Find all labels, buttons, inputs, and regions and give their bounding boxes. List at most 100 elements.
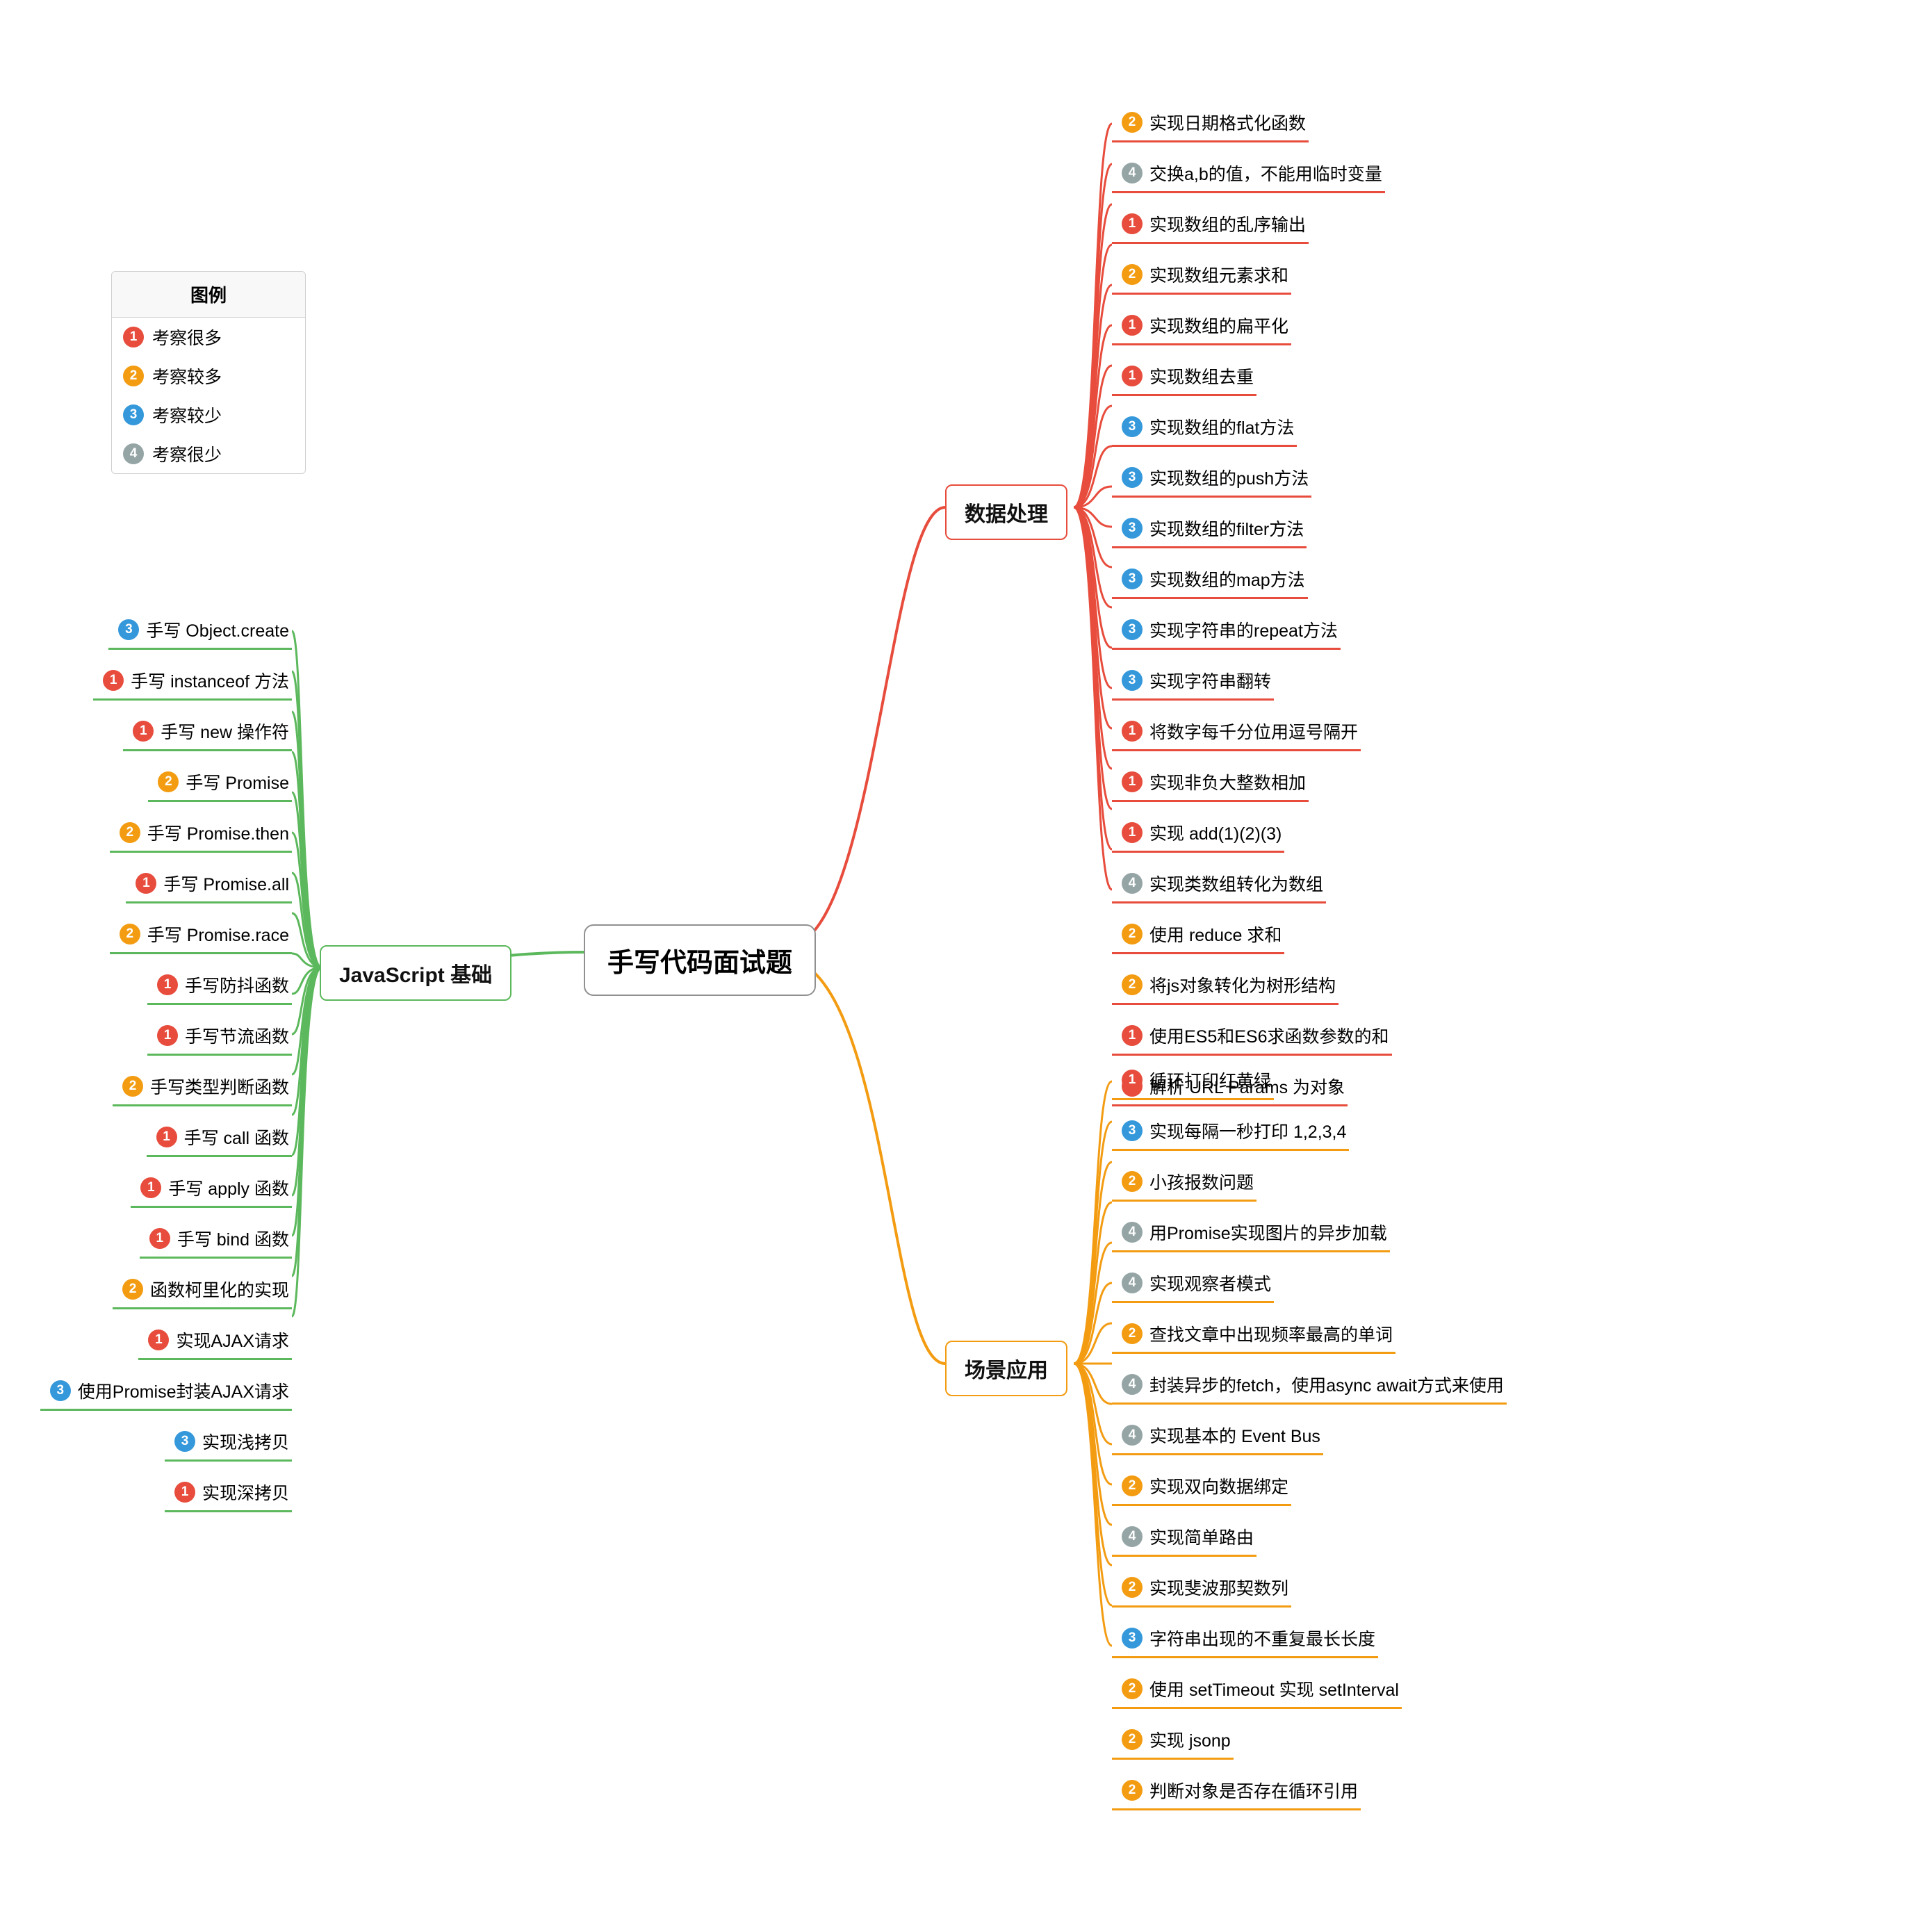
leaf-node[interactable]: 4实现简单路由 <box>1112 1520 1256 1557</box>
leaf-node[interactable]: 4 实现基本的 Event Bus <box>1112 1418 1323 1455</box>
leaf-node[interactable]: 3实现数组的map方法 <box>1112 562 1308 599</box>
leaf-label: 手写 Promise.all <box>163 871 289 896</box>
leaf-node[interactable]: 1循环打印红黄绿 <box>1112 1063 1274 1100</box>
leaf-label: 手写 new 操作符 <box>161 719 289 744</box>
legend-label: 考察很少 <box>152 441 222 466</box>
leaf-node[interactable]: 1实现深拷贝 <box>165 1475 292 1512</box>
leaf-label: 用Promise实现图片的异步加载 <box>1149 1220 1387 1245</box>
leaf-node[interactable]: 4交换a,b的值，不能用临时变量 <box>1112 156 1385 193</box>
leaf-node[interactable]: 2 小孩报数问题 <box>1112 1165 1256 1202</box>
leaf-node[interactable]: 1实现数组去重 <box>1112 359 1256 396</box>
leaf-node[interactable]: 1 手写 Promise.all <box>126 867 292 903</box>
priority-badge-icon: 3 <box>1122 518 1143 539</box>
leaf-node[interactable]: 4 用Promise实现图片的异步加载 <box>1112 1216 1390 1252</box>
priority-badge-icon: 4 <box>1122 873 1143 894</box>
leaf-node[interactable]: 2 函数柯里化的实现 <box>113 1273 292 1309</box>
leaf-node[interactable]: 4实现类数组转化为数组 <box>1112 867 1326 903</box>
priority-badge-icon: 1 <box>103 670 124 691</box>
branch-js[interactable]: JavaScript 基础 <box>320 945 511 1001</box>
priority-badge-icon: 4 <box>1122 1425 1143 1446</box>
leaf-node[interactable]: 2实现 jsonp <box>1112 1723 1234 1760</box>
priority-badge-icon: 2 <box>1122 112 1143 133</box>
leaf-node[interactable]: 2使用 setTimeout 实现 setInterval <box>1112 1672 1402 1709</box>
leaf-node[interactable]: 3字符串出现的不重复最长长度 <box>1112 1621 1378 1658</box>
branch-scene[interactable]: 场景应用 <box>945 1341 1067 1396</box>
leaf-node[interactable]: 1 手写 call 函数 <box>147 1120 292 1157</box>
leaf-node[interactable]: 3实现数组的push方法 <box>1112 461 1311 498</box>
leaf-label: 判断对象是否存在循环引用 <box>1149 1778 1358 1803</box>
priority-badge-icon: 3 <box>50 1380 71 1401</box>
leaf-node[interactable]: 2手写 Promise.then <box>110 816 292 853</box>
leaf-node[interactable]: 1实现数组的扁平化 <box>1112 309 1291 345</box>
leaf-node[interactable]: 1将数字每千分位用逗号隔开 <box>1112 714 1361 751</box>
priority-badge-icon: 1 <box>1122 1025 1143 1046</box>
leaf-label: 手写 Promise <box>186 769 289 794</box>
leaf-node[interactable]: 4实现观察者模式 <box>1112 1266 1274 1303</box>
leaf-node[interactable]: 2手写 Promise.race <box>110 917 292 954</box>
priority-badge-icon: 3 <box>1122 569 1143 589</box>
priority-badge-icon: 3 <box>118 619 139 640</box>
priority-badge-icon: 1 <box>157 1025 178 1046</box>
priority-badge-icon: 2 <box>1122 264 1143 285</box>
leaf-node[interactable]: 1手写防抖函数 <box>147 968 292 1005</box>
leaf-label: 实现每隔一秒打印 1,2,3,4 <box>1149 1118 1346 1143</box>
leaf-node[interactable]: 3实现数组的flat方法 <box>1112 410 1297 447</box>
leaf-node[interactable]: 1手写 new 操作符 <box>123 714 292 751</box>
leaf-label: 实现数组的flat方法 <box>1149 414 1294 439</box>
priority-badge-icon: 2 <box>122 1279 143 1300</box>
leaf-node[interactable]: 2 实现数组元素求和 <box>1112 258 1291 295</box>
leaf-label: 封装异步的fetch，使用async await方式来使用 <box>1149 1372 1504 1397</box>
priority-badge-icon: 3 <box>1122 1628 1143 1649</box>
leaf-node[interactable]: 1实现数组的乱序输出 <box>1112 207 1309 244</box>
priority-badge-icon: 2 <box>1122 1577 1143 1598</box>
branch-data[interactable]: 数据处理 <box>945 484 1067 540</box>
leaf-node[interactable]: 1实现 add(1)(2)(3) <box>1112 816 1284 853</box>
leaf-node[interactable]: 4封装异步的fetch，使用async await方式来使用 <box>1112 1368 1507 1405</box>
priority-badge-icon: 1 <box>136 873 156 894</box>
priority-badge-icon: 4 <box>1122 163 1143 183</box>
leaf-node[interactable]: 3实现字符串翻转 <box>1112 664 1274 701</box>
priority-badge-icon: 2 <box>1122 1171 1143 1192</box>
leaf-node[interactable]: 3实现浅拷贝 <box>165 1425 292 1462</box>
leaf-node[interactable]: 1使用ES5和ES6求函数参数的和 <box>1112 1019 1392 1056</box>
leaf-node[interactable]: 1实现非负大整数相加 <box>1112 765 1309 802</box>
legend-badge-icon: 2 <box>123 366 144 386</box>
leaf-node[interactable]: 2实现日期格式化函数 <box>1112 106 1309 142</box>
leaf-label: 实现字符串翻转 <box>1149 668 1271 693</box>
leaf-label: 手写 Object.create <box>146 617 289 642</box>
leaf-node[interactable]: 1实现AJAX请求 <box>138 1323 292 1360</box>
leaf-node[interactable]: 1手写 instanceof 方法 <box>93 664 292 701</box>
leaf-node[interactable]: 2查找文章中出现频率最高的单词 <box>1112 1317 1395 1354</box>
priority-badge-icon: 3 <box>174 1431 195 1452</box>
priority-badge-icon: 2 <box>1122 1323 1143 1344</box>
leaf-node[interactable]: 2使用 reduce 求和 <box>1112 917 1284 954</box>
leaf-node[interactable]: 2实现斐波那契数列 <box>1112 1571 1291 1608</box>
leaf-label: 实现数组元素求和 <box>1149 262 1288 287</box>
leaf-node[interactable]: 1手写节流函数 <box>147 1019 292 1056</box>
leaf-node[interactable]: 3使用Promise封装AJAX请求 <box>40 1374 292 1411</box>
leaf-node[interactable]: 3 手写 Object.create <box>108 613 292 650</box>
leaf-label: 函数柯里化的实现 <box>150 1277 289 1302</box>
leaf-node[interactable]: 3 实现每隔一秒打印 1,2,3,4 <box>1112 1114 1349 1151</box>
priority-badge-icon: 4 <box>1122 1222 1143 1243</box>
leaf-node[interactable]: 2将js对象转化为树形结构 <box>1112 968 1339 1005</box>
priority-badge-icon: 1 <box>1122 315 1143 336</box>
leaf-label: 实现基本的 Event Bus <box>1149 1423 1320 1448</box>
leaf-node[interactable]: 2手写类型判断函数 <box>113 1070 292 1106</box>
leaf-node[interactable]: 3实现字符串的repeat方法 <box>1112 613 1341 650</box>
priority-badge-icon: 4 <box>1122 1273 1143 1293</box>
leaf-node[interactable]: 2判断对象是否存在循环引用 <box>1112 1774 1361 1810</box>
leaf-node[interactable]: 2手写 Promise <box>148 765 292 802</box>
root-node[interactable]: 手写代码面试题 <box>584 924 816 996</box>
leaf-node[interactable]: 3实现数组的filter方法 <box>1112 512 1307 548</box>
leaf-label: 手写 call 函数 <box>184 1124 289 1150</box>
leaf-label: 小孩报数问题 <box>1149 1169 1254 1194</box>
priority-badge-icon: 2 <box>120 924 140 944</box>
priority-badge-icon: 1 <box>148 1330 169 1350</box>
priority-badge-icon: 3 <box>1122 1120 1143 1141</box>
priority-badge-icon: 1 <box>156 1127 177 1147</box>
leaf-node[interactable]: 1手写 apply 函数 <box>131 1171 292 1208</box>
leaf-node[interactable]: 1手写 bind 函数 <box>140 1222 292 1259</box>
leaf-node[interactable]: 2实现双向数据绑定 <box>1112 1469 1291 1506</box>
leaf-label: 手写 apply 函数 <box>168 1175 289 1200</box>
